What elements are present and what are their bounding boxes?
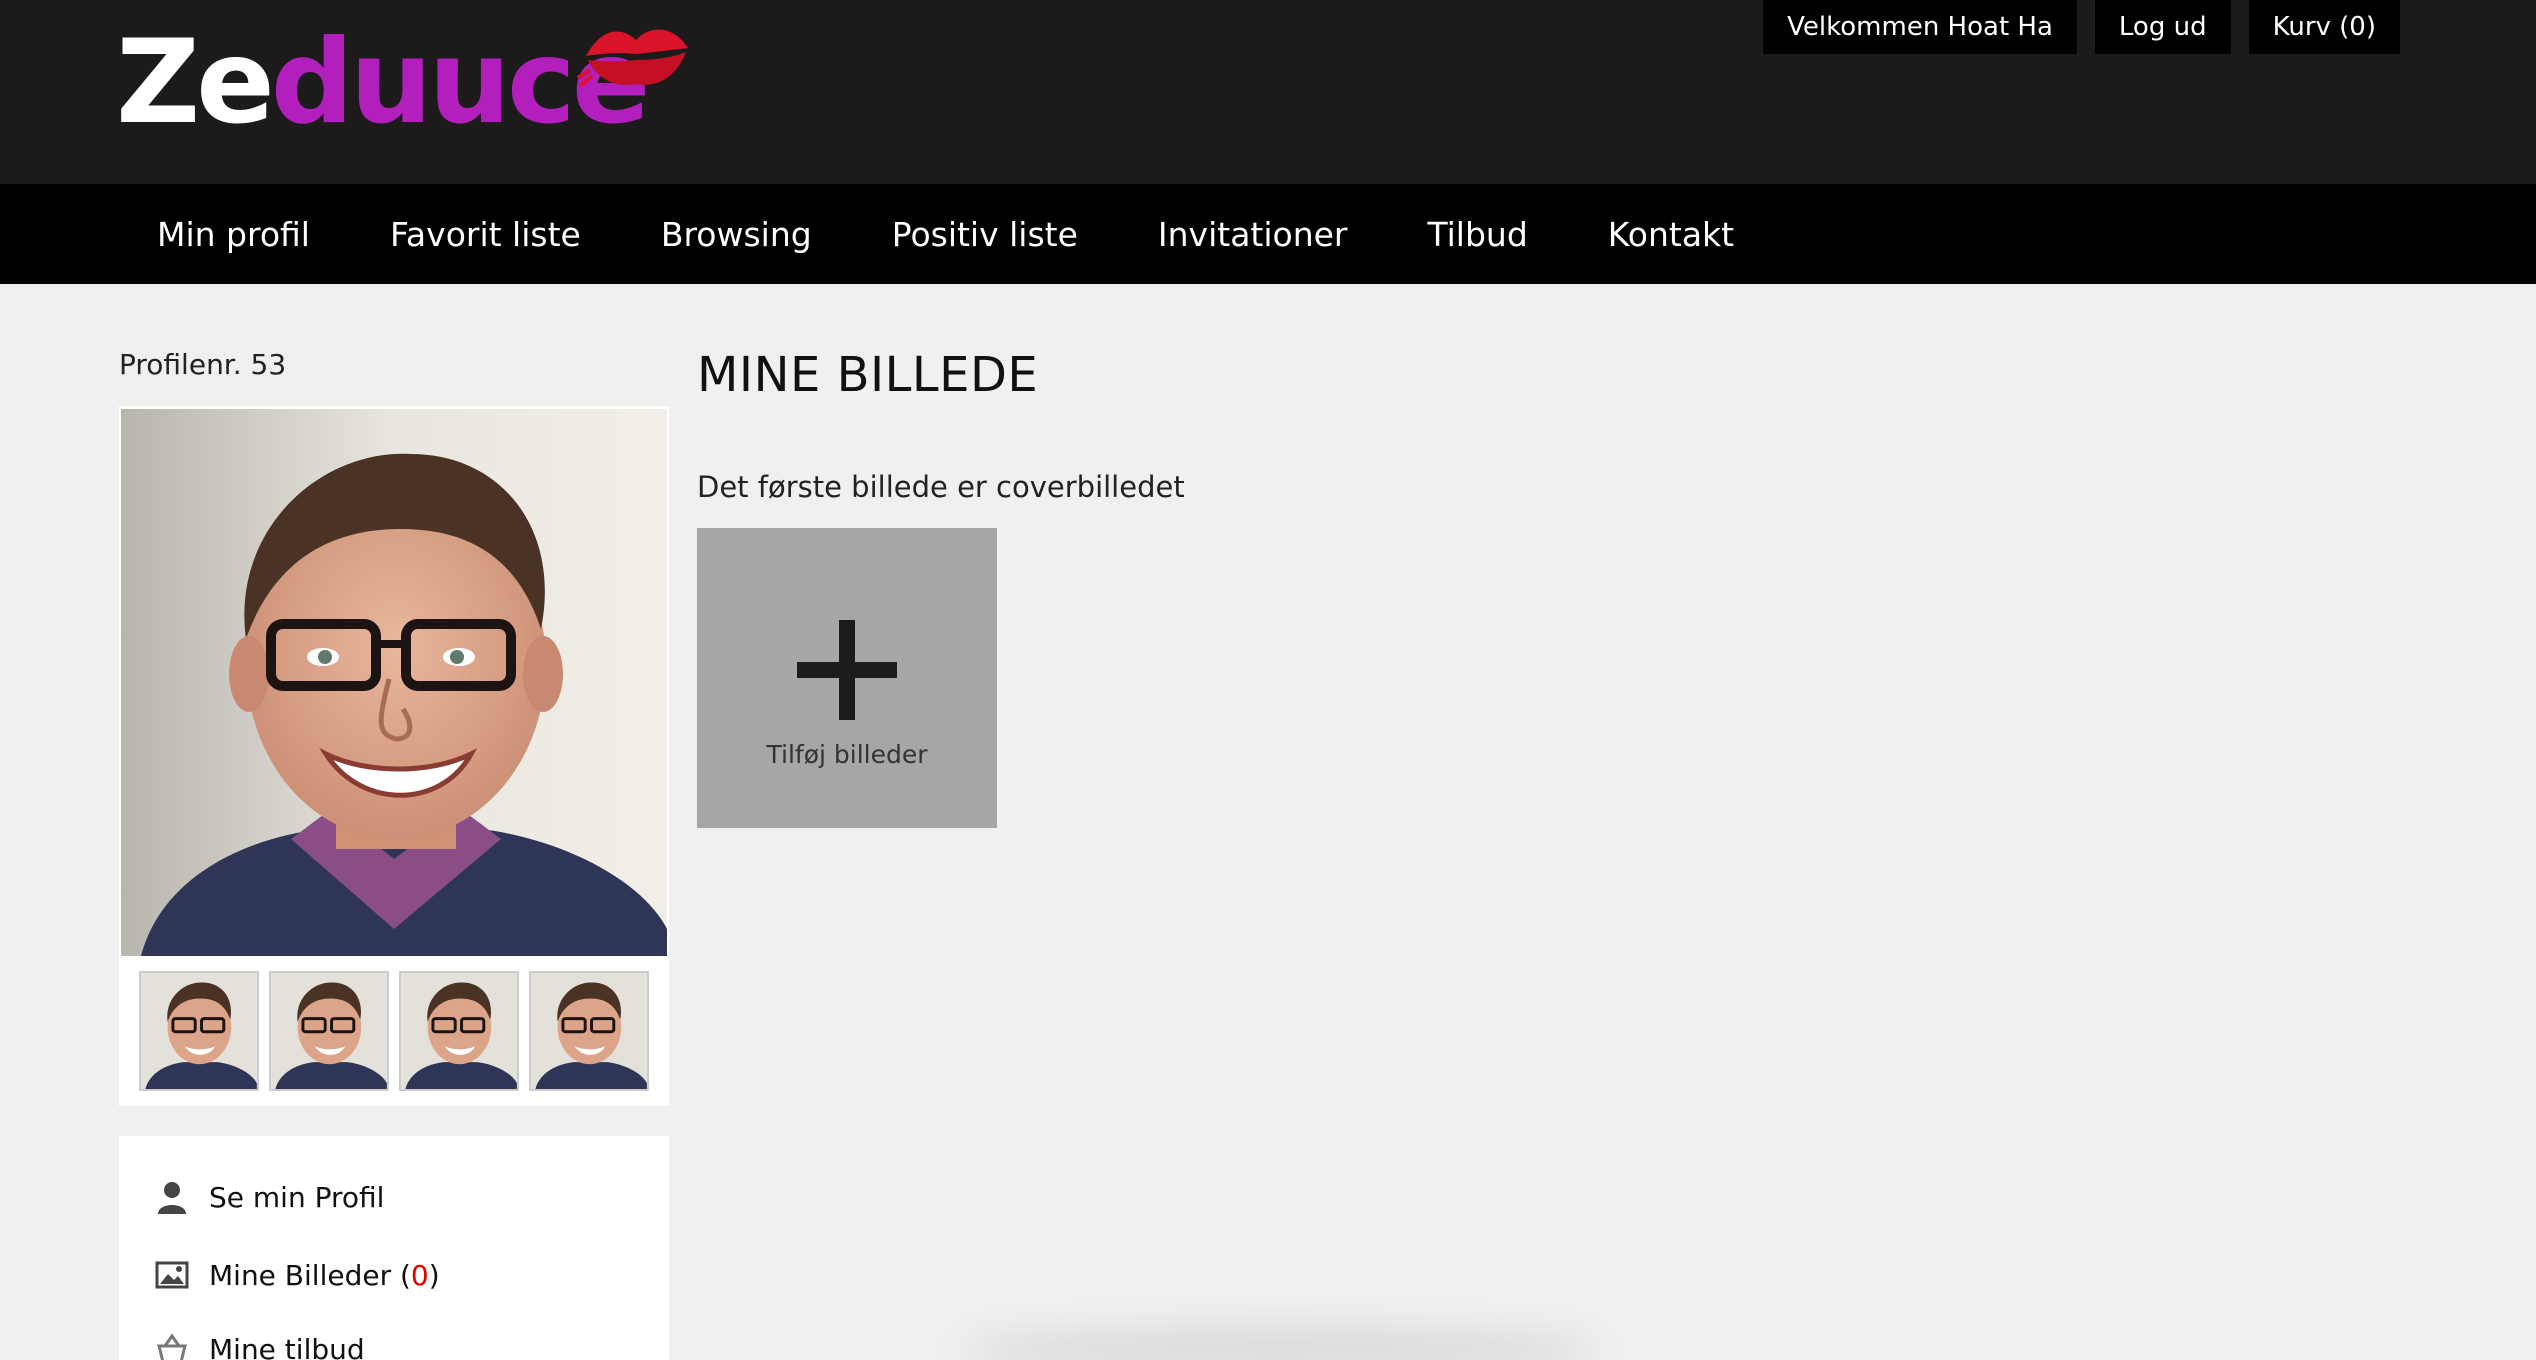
profile-photo-image [121, 409, 667, 956]
nav-item-kontakt[interactable]: Kontakt [1608, 215, 1734, 254]
menu-item-my-photos[interactable]: Mine Billeder (0) [155, 1258, 440, 1292]
photo-thumbnail[interactable] [269, 971, 389, 1091]
logout-link[interactable]: Log ud [2094, 0, 2231, 54]
page-title: MINE BILLEDE [697, 347, 1039, 403]
profile-photo-card [119, 406, 669, 1106]
menu-item-my-offers[interactable]: Mine tilbud [155, 1332, 365, 1360]
profile-side-menu: Se min Profil Mine Billeder (0) Mine til… [119, 1136, 669, 1360]
bottom-shadow [960, 1330, 1600, 1360]
site-logo[interactable]: Zeduuce [116, 15, 688, 150]
lips-icon [576, 29, 688, 88]
image-icon [155, 1261, 189, 1289]
cover-photo-hint: Det første billede er coverbilledet [697, 470, 1185, 504]
nav-item-min-profil[interactable]: Min profil [157, 215, 310, 254]
welcome-user-link[interactable]: Velkommen Hoat Ha [1763, 0, 2077, 54]
nav-item-positiv-liste[interactable]: Positiv liste [892, 215, 1078, 254]
logo-text: Zeduuce [116, 15, 650, 150]
menu-item-label: Mine Billeder (0) [209, 1258, 440, 1292]
add-photos-button[interactable]: Tilføj billeder [697, 528, 997, 828]
nav-item-browsing[interactable]: Browsing [661, 215, 812, 254]
photo-thumbnail[interactable] [399, 971, 519, 1091]
main-navigation: Min profil Favorit liste Browsing Positi… [0, 184, 2536, 284]
cart-link[interactable]: Kurv (0) [2248, 0, 2400, 54]
menu-item-label: Se min Profil [209, 1180, 385, 1214]
photo-thumbnails [139, 971, 649, 1091]
menu-item-label: Mine tilbud [209, 1332, 365, 1360]
top-header: Zeduuce Velkommen Hoat Ha Log ud Kurv (0… [0, 0, 2536, 184]
profile-number: Profilenr. 53 [119, 348, 287, 381]
nav-item-invitationer[interactable]: Invitationer [1158, 215, 1348, 254]
nav-item-tilbud[interactable]: Tilbud [1428, 215, 1528, 254]
user-links: Velkommen Hoat Ha Log ud Kurv (0) [1763, 0, 2400, 54]
profile-photo[interactable] [121, 409, 667, 956]
basket-icon [157, 1333, 187, 1360]
photo-count: 0 [410, 1258, 429, 1292]
plus-icon [797, 620, 897, 720]
photo-thumbnail[interactable] [139, 971, 259, 1091]
photo-thumbnail[interactable] [529, 971, 649, 1091]
user-icon [158, 1182, 186, 1214]
nav-item-favorit-liste[interactable]: Favorit liste [390, 215, 581, 254]
menu-item-view-profile[interactable]: Se min Profil [155, 1180, 384, 1214]
add-photos-label: Tilføj billeder [766, 740, 928, 769]
